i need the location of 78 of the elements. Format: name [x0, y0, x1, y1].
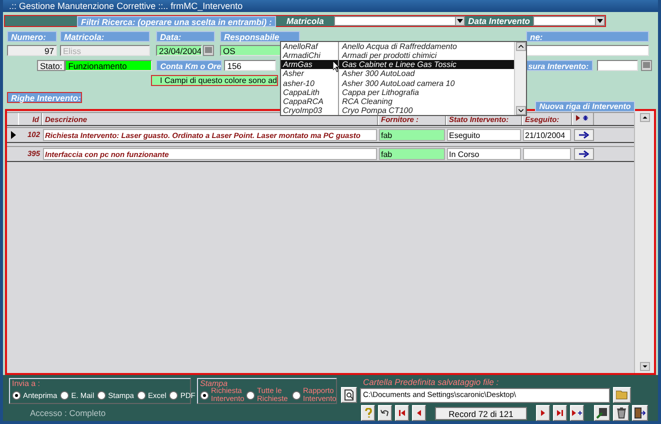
text-field[interactable]: [526, 44, 649, 56]
last-record-button[interactable]: [553, 405, 567, 421]
dropdown-item[interactable]: Asher Asher 300 AutoLoad: [281, 69, 514, 78]
conta-label: Conta Km o Ore: [156, 60, 222, 70]
previous-record-button[interactable]: [412, 405, 426, 421]
scroll-down-icon[interactable]: [640, 362, 650, 371]
numero-field[interactable]: 97: [7, 44, 57, 56]
open-folder-button[interactable]: [613, 387, 631, 403]
stato-label: Stato:: [37, 60, 66, 70]
pencil-page-icon: [596, 407, 608, 419]
scroll-up-icon[interactable]: [516, 42, 526, 51]
save-button[interactable]: [594, 405, 610, 421]
date-combo[interactable]: [532, 16, 605, 26]
conta-field[interactable]: 156: [224, 60, 276, 70]
chiusura-label: sura Intervento:: [524, 60, 593, 70]
numero-label: Numero:: [7, 30, 57, 42]
cursor-icon: [333, 61, 341, 72]
open-row-button[interactable]: [574, 129, 594, 141]
next-record-button[interactable]: [536, 405, 550, 421]
dropdown-icon: [456, 17, 464, 25]
date-filter-label: Data Intervento: [467, 16, 531, 26]
first-icon: [398, 409, 406, 417]
preview-button[interactable]: [341, 387, 357, 403]
question-icon: [364, 408, 372, 418]
color-note: I Campi di questo colore sono ad: [151, 74, 278, 86]
exit-button[interactable]: [632, 405, 648, 421]
door-icon: [634, 407, 646, 419]
magnifier-page-icon: [344, 389, 354, 401]
undo-button[interactable]: [378, 405, 392, 421]
arrow-right-icon: [579, 131, 589, 139]
dropdown-item[interactable]: CappaLith Cappa per Lithografia: [281, 88, 514, 97]
table-cell: Eseguito: [447, 129, 521, 141]
delete-button[interactable]: [613, 405, 629, 421]
table-cell: [523, 148, 571, 160]
group-title: Invia a :: [12, 379, 42, 388]
last-icon: [556, 409, 564, 417]
current-row-icon: [8, 131, 16, 139]
righe-label: Righe Intervento:: [7, 92, 82, 102]
group-title: Stampa: [200, 379, 228, 388]
dropdown-item[interactable]: asher-10 Asher 300 AutoLoad camera 10: [281, 78, 514, 88]
previous-icon: [415, 409, 423, 417]
table-cell: fab: [379, 148, 445, 160]
record-counter: Record 72 di 121: [435, 406, 527, 420]
dropdown-icon: [596, 17, 604, 25]
scrollbar[interactable]: [634, 111, 654, 373]
chiusura-field[interactable]: [596, 60, 638, 70]
next-icon: [539, 409, 547, 417]
trash-icon: [616, 407, 626, 419]
access-text: Accesso : Completo: [30, 408, 107, 418]
table-cell: fab: [379, 129, 445, 141]
responsabile-label: Responsabile: [220, 30, 300, 42]
scrollbar[interactable]: [514, 42, 526, 115]
new-record-icon: [575, 114, 589, 122]
scroll-down-icon[interactable]: [516, 106, 526, 115]
matricola-filter-label: Matricola: [285, 16, 325, 26]
dropdown-item[interactable]: CappaRCA RCA Cleaning: [281, 96, 514, 106]
window-title: .:: Gestione Manutenzione Correttive ::.. frmMC_Intervento: [3, 0, 658, 12]
help-button[interactable]: [361, 405, 375, 421]
arrow-right-icon: [579, 150, 589, 158]
matricola-combo[interactable]: [334, 16, 466, 26]
first-record-button[interactable]: [395, 405, 409, 421]
date-field[interactable]: 23/04/2004: [156, 44, 202, 56]
table-cell: In Corso: [447, 148, 521, 160]
filter-label: Filtri Ricerca: (operare una scelta in entrambi) :: [77, 16, 276, 26]
scroll-up-icon[interactable]: [640, 113, 650, 122]
table-cell: 21/10/2004: [523, 129, 571, 141]
matricola-label: Matricola:: [60, 30, 150, 42]
folder-icon: [616, 390, 628, 400]
undo-icon: [380, 408, 390, 418]
new-record-icon: [572, 409, 582, 417]
dropdown-item[interactable]: ArmGas Gas Cabinet e Linee Gas Tossic: [281, 60, 514, 70]
folder-label: Cartella Predefinita salvataggio file :: [362, 378, 500, 387]
data-label: Data:: [156, 30, 215, 42]
dropdown-item[interactable]: CryoImp03 Cryo Pompa CT100: [281, 106, 514, 115]
stato-field[interactable]: Funzionamento: [65, 60, 152, 70]
open-row-button[interactable]: [574, 148, 594, 160]
new-record-button[interactable]: [570, 405, 584, 421]
field-label: ne:: [526, 30, 649, 42]
